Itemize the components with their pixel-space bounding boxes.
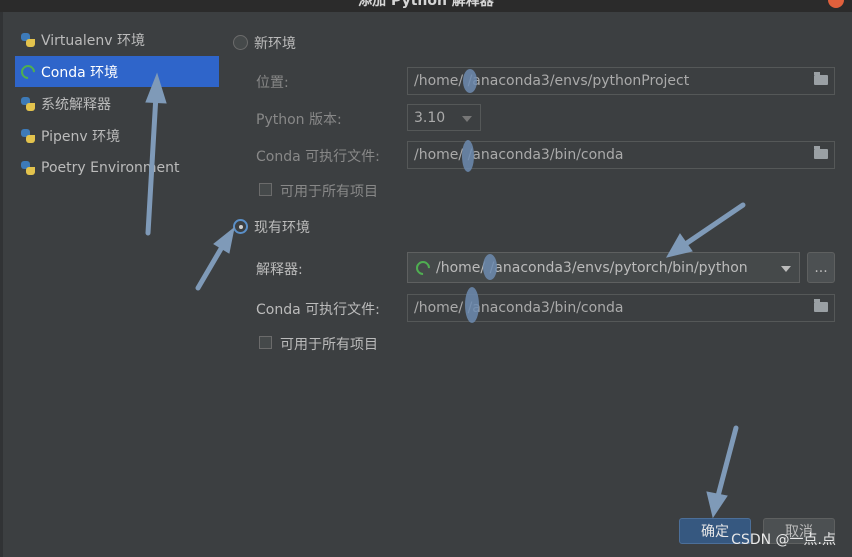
- redaction-mark: [483, 254, 497, 280]
- redaction-mark: [463, 69, 477, 93]
- annotation-arrow: [665, 202, 746, 258]
- redaction-mark: [462, 140, 474, 172]
- annotation-arrow: [195, 226, 235, 291]
- annotation-arrow: [706, 425, 739, 519]
- annotation-overlay: [145, 69, 746, 519]
- redaction-mark: [465, 287, 479, 323]
- watermark: CSDN @一点.点: [731, 532, 836, 548]
- annotation-arrow: [145, 72, 167, 236]
